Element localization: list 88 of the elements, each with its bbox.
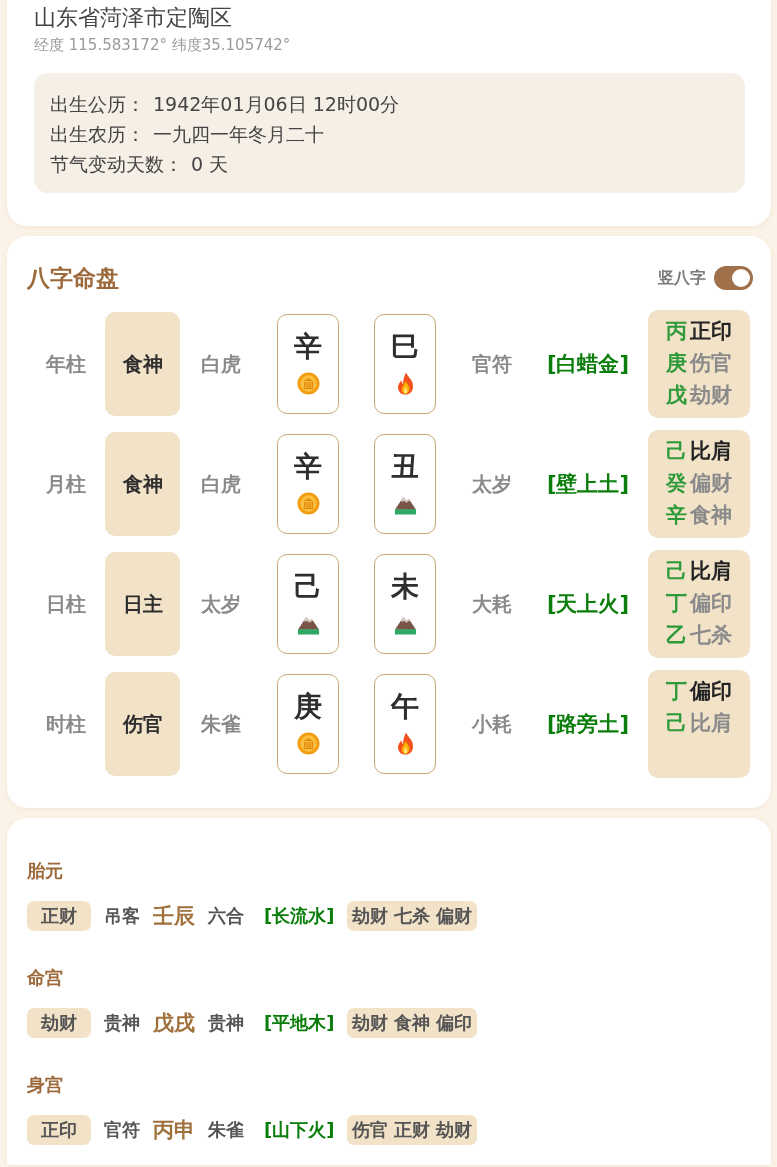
nayin-label: [路旁土] [546, 711, 630, 738]
ten-god-label: 七杀 [394, 904, 431, 928]
ganzhi-text: 壬辰 [153, 903, 195, 930]
section-title: 身宫 [27, 1073, 64, 1097]
ten-god-label: 偏印 [436, 1011, 473, 1035]
ten-god-label: 七杀 [690, 622, 732, 649]
nayin-label: [长流水] [264, 904, 335, 928]
nayin-label: [白蜡金] [546, 351, 630, 378]
hidden-stem: 庚 [666, 350, 687, 377]
info-value: 1942年01月06日 12时00分 [153, 92, 400, 117]
ten-god-label: 伤官 [690, 350, 732, 377]
shensha-label: 吊客 [104, 904, 140, 928]
hidden-stem: 乙 [666, 622, 687, 649]
pillar-label: 月柱 [46, 470, 86, 498]
nayin-label: [壁上土] [546, 471, 630, 498]
ten-god-tag: 食神 [105, 432, 180, 536]
ten-god-tag: 食神 [105, 312, 180, 416]
nayin-label: [平地木] [264, 1011, 335, 1035]
ten-god-label: 比肩 [690, 558, 732, 585]
shensha-label: 太岁 [201, 590, 241, 618]
ten-god-tag: 日主 [105, 552, 180, 656]
location-title: 山东省菏泽市定陶区 [34, 4, 233, 32]
pillar-label: 日柱 [46, 590, 86, 618]
ten-god-label: 劫财 [690, 382, 732, 409]
ten-god-label: 偏印 [690, 590, 732, 617]
ten-god-label: 食神 [690, 502, 732, 529]
ten-god-label: 偏印 [690, 678, 732, 705]
shensha-label: 六合 [208, 904, 244, 928]
ten-god-tag: 伤官 [105, 672, 180, 776]
hidden-stem: 癸 [666, 470, 687, 497]
pillar-label: 年柱 [46, 350, 86, 378]
ten-god-label: 比肩 [690, 710, 732, 737]
ten-god-label: 劫财 [352, 904, 389, 928]
ten-god-label: 偏财 [690, 470, 732, 497]
ten-god-tag: 劫财 [27, 1008, 91, 1038]
hidden-stem: 戊 [666, 382, 687, 409]
ten-god-label: 正印 [690, 318, 732, 345]
info-value: 0 天 [191, 152, 229, 177]
ten-god-label: 劫财 [436, 1118, 473, 1142]
shensha-label: 贵神 [104, 1011, 140, 1035]
info-label: 节气变动天数： [50, 152, 183, 177]
ten-god-label: 伤官 [352, 1118, 389, 1142]
shensha-label: 贵神 [208, 1011, 244, 1035]
character-text: 巳 [391, 329, 419, 365]
ten-god-label: 劫财 [352, 1011, 389, 1035]
shensha-label: 小耗 [472, 710, 512, 738]
hidden-stem: 丁 [666, 678, 687, 705]
ganzhi-text: 戊戌 [153, 1010, 195, 1037]
info-label: 出生农历： [50, 122, 145, 147]
character-text: 丑 [391, 449, 419, 485]
character-text: 辛 [294, 449, 322, 485]
hidden-stem: 己 [666, 710, 687, 737]
shensha-label: 白虎 [201, 470, 241, 498]
ten-god-label: 食神 [394, 1011, 431, 1035]
shensha-label: 朱雀 [201, 710, 241, 738]
nayin-label: [山下火] [264, 1118, 335, 1142]
ganzhi-text: 丙申 [153, 1117, 195, 1144]
toggle-switch[interactable] [714, 266, 753, 290]
ten-god-tag: 正财 [27, 901, 91, 931]
character-text: 未 [391, 569, 419, 605]
chart-title: 八字命盘 [27, 263, 119, 293]
coordinates-text: 经度 115.583172° 纬度35.105742° [34, 35, 292, 55]
shensha-label: 大耗 [472, 590, 512, 618]
hidden-stem: 丁 [666, 590, 687, 617]
toggle-label: 竖八字 [658, 267, 706, 289]
character-text: 己 [294, 569, 322, 605]
nayin-label: [天上火] [546, 591, 630, 618]
shensha-label: 白虎 [201, 350, 241, 378]
ten-god-tag: 正印 [27, 1115, 91, 1145]
shensha-label: 官符 [104, 1118, 140, 1142]
shensha-label: 朱雀 [208, 1118, 244, 1142]
shensha-label: 太岁 [472, 470, 512, 498]
pillar-label: 时柱 [46, 710, 86, 738]
character-text: 午 [391, 689, 419, 725]
ten-god-label: 比肩 [690, 438, 732, 465]
ten-god-label: 正财 [394, 1118, 431, 1142]
ten-god-label: 偏财 [436, 904, 473, 928]
info-value: 一九四一年冬月二十 [153, 122, 324, 147]
info-label: 出生公历： [50, 92, 145, 117]
section-title: 命宫 [27, 966, 64, 990]
hidden-stem: 辛 [666, 502, 687, 529]
character-text: 辛 [294, 329, 322, 365]
section-title: 胎元 [27, 859, 64, 883]
hidden-stem: 己 [666, 558, 687, 585]
shensha-label: 官符 [472, 350, 512, 378]
character-text: 庚 [294, 689, 322, 725]
hidden-stem: 己 [666, 438, 687, 465]
hidden-stem: 丙 [666, 318, 687, 345]
